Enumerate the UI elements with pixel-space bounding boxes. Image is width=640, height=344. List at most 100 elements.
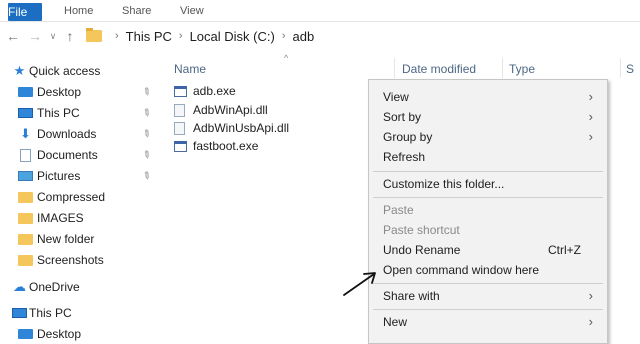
sidebar-item-new-folder[interactable]: New folder xyxy=(0,229,160,249)
submenu-arrow-icon: › xyxy=(588,288,593,303)
menu-item-label: Group by xyxy=(383,130,433,144)
pin-icon[interactable]: ✎ xyxy=(140,106,153,120)
breadcrumb-adb[interactable]: adb xyxy=(293,29,315,44)
sidebar-item-downloads[interactable]: ⬇ Downloads ✎ xyxy=(0,124,160,144)
folder-icon xyxy=(18,233,33,245)
download-icon: ⬇ xyxy=(20,126,31,141)
menu-item-label: Share with xyxy=(383,289,440,303)
menu-item-refresh[interactable]: Refresh xyxy=(383,148,603,166)
sidebar-item-label: This PC xyxy=(37,106,80,120)
column-header-date-modified[interactable]: Date modified xyxy=(402,60,476,78)
column-divider[interactable] xyxy=(394,58,395,78)
menu-item-customize-folder[interactable]: Customize this folder... xyxy=(383,175,603,193)
menu-item-label: Paste xyxy=(383,203,414,217)
menu-item-view[interactable]: View › xyxy=(383,88,603,106)
column-header-name[interactable]: Name xyxy=(174,60,206,78)
pin-icon[interactable]: ✎ xyxy=(140,169,153,183)
menu-separator xyxy=(373,309,603,310)
breadcrumb-this-pc[interactable]: This PC xyxy=(126,29,172,44)
file-name: fastboot.exe xyxy=(193,139,259,153)
menu-separator xyxy=(373,283,603,284)
sidebar-item-quick-access[interactable]: ★ Quick access xyxy=(0,61,160,81)
menu-item-label: Sort by xyxy=(383,110,422,124)
desktop-icon xyxy=(18,87,33,97)
sidebar-item-desktop-2[interactable]: Desktop xyxy=(0,324,160,344)
exe-icon xyxy=(174,85,187,97)
computer-icon xyxy=(18,108,33,118)
menu-item-open-command-window[interactable]: Open command window here xyxy=(383,261,603,279)
menu-separator xyxy=(373,171,603,172)
submenu-arrow-icon: › xyxy=(588,129,593,144)
folder-icon xyxy=(18,212,33,224)
annotation-arrow-icon xyxy=(343,272,376,296)
breadcrumb-chevron-icon[interactable]: › xyxy=(282,30,286,42)
back-arrow-icon[interactable]: ← xyxy=(6,27,20,45)
pin-icon[interactable]: ✎ xyxy=(140,148,153,162)
file-name: adb.exe xyxy=(193,84,236,98)
file-row[interactable]: AdbWinApi.dll xyxy=(174,101,268,119)
up-arrow-icon[interactable]: ↑ xyxy=(63,27,77,45)
pictures-icon xyxy=(18,171,33,181)
breadcrumb-chevron-icon[interactable]: › xyxy=(179,30,183,42)
tab-view[interactable]: View xyxy=(180,3,204,19)
sidebar-item-label: IMAGES xyxy=(37,211,84,225)
sidebar-item-onedrive[interactable]: ☁ OneDrive xyxy=(0,277,160,297)
address-bar-row: ← → ∨ ↑ › This PC › Local Disk (C:) › ad… xyxy=(0,23,640,51)
file-row[interactable]: adb.exe xyxy=(174,82,236,100)
sidebar-item-screenshots[interactable]: Screenshots xyxy=(0,250,160,270)
sidebar-item-label: New folder xyxy=(37,232,95,246)
ribbon-tabs: File Home Share View xyxy=(0,0,640,22)
column-divider[interactable] xyxy=(620,58,621,78)
menu-item-new[interactable]: New › xyxy=(383,313,603,331)
menu-item-undo-rename[interactable]: Undo Rename Ctrl+Z xyxy=(383,241,603,259)
sidebar-item-label: Downloads xyxy=(37,127,97,141)
sidebar-item-label: Compressed xyxy=(37,190,106,204)
sidebar-item-desktop[interactable]: Desktop ✎ xyxy=(0,82,160,102)
tab-file[interactable]: File xyxy=(8,3,42,21)
shortcut-label: Ctrl+Z xyxy=(548,243,581,257)
sidebar-item-images[interactable]: IMAGES xyxy=(0,208,160,228)
sidebar-item-label: Screenshots xyxy=(37,253,104,267)
pin-icon[interactable]: ✎ xyxy=(140,85,153,99)
submenu-arrow-icon: › xyxy=(588,314,593,329)
sidebar-item-label: This PC xyxy=(29,306,72,320)
document-icon xyxy=(20,148,31,162)
forward-arrow-icon[interactable]: → xyxy=(28,27,42,45)
menu-separator xyxy=(373,197,603,198)
sidebar-item-this-pc-root[interactable]: This PC xyxy=(0,303,160,323)
breadcrumb-local-disk[interactable]: Local Disk (C:) xyxy=(190,29,275,44)
menu-item-paste[interactable]: Paste xyxy=(383,201,603,219)
menu-item-label: Paste shortcut xyxy=(383,223,460,237)
menu-item-group-by[interactable]: Group by › xyxy=(383,128,603,146)
navigation-pane: ★ Quick access Desktop ✎ This PC ✎ ⬇ Dow… xyxy=(0,58,160,344)
sidebar-item-this-pc[interactable]: This PC ✎ xyxy=(0,103,160,123)
sidebar-item-label: Quick access xyxy=(29,64,101,78)
menu-item-label: Refresh xyxy=(383,150,426,164)
breadcrumb-chevron-icon[interactable]: › xyxy=(115,30,119,42)
menu-item-share-with[interactable]: Share with › xyxy=(383,287,603,305)
column-header-type[interactable]: Type xyxy=(509,60,535,78)
dll-icon xyxy=(174,121,185,135)
folder-icon xyxy=(86,28,102,42)
menu-item-paste-shortcut[interactable]: Paste shortcut xyxy=(383,221,603,239)
menu-item-sort-by[interactable]: Sort by › xyxy=(383,108,603,126)
menu-item-label: Customize this folder... xyxy=(383,177,505,191)
tab-home[interactable]: Home xyxy=(64,3,93,19)
cloud-icon: ☁ xyxy=(13,279,26,294)
sidebar-item-compressed[interactable]: Compressed xyxy=(0,187,160,207)
sidebar-item-pictures[interactable]: Pictures ✎ xyxy=(0,166,160,186)
menu-item-label: Open command window here xyxy=(383,263,540,277)
folder-icon xyxy=(18,191,33,203)
sidebar-item-documents[interactable]: Documents ✎ xyxy=(0,145,160,165)
file-row[interactable]: AdbWinUsbApi.dll xyxy=(174,119,289,137)
pin-icon[interactable]: ✎ xyxy=(140,127,153,141)
column-divider[interactable] xyxy=(502,58,503,78)
sidebar-item-label: Pictures xyxy=(37,169,81,183)
file-row[interactable]: fastboot.exe xyxy=(174,137,258,155)
breadcrumb[interactable]: › This PC › Local Disk (C:) › adb xyxy=(86,24,640,48)
column-header-size[interactable]: S xyxy=(626,60,634,78)
context-menu: View › Sort by › Group by › Refresh Cust… xyxy=(368,79,608,344)
recent-locations-chevron-icon[interactable]: ∨ xyxy=(48,27,58,45)
computer-icon xyxy=(12,308,27,318)
tab-share[interactable]: Share xyxy=(122,3,151,19)
